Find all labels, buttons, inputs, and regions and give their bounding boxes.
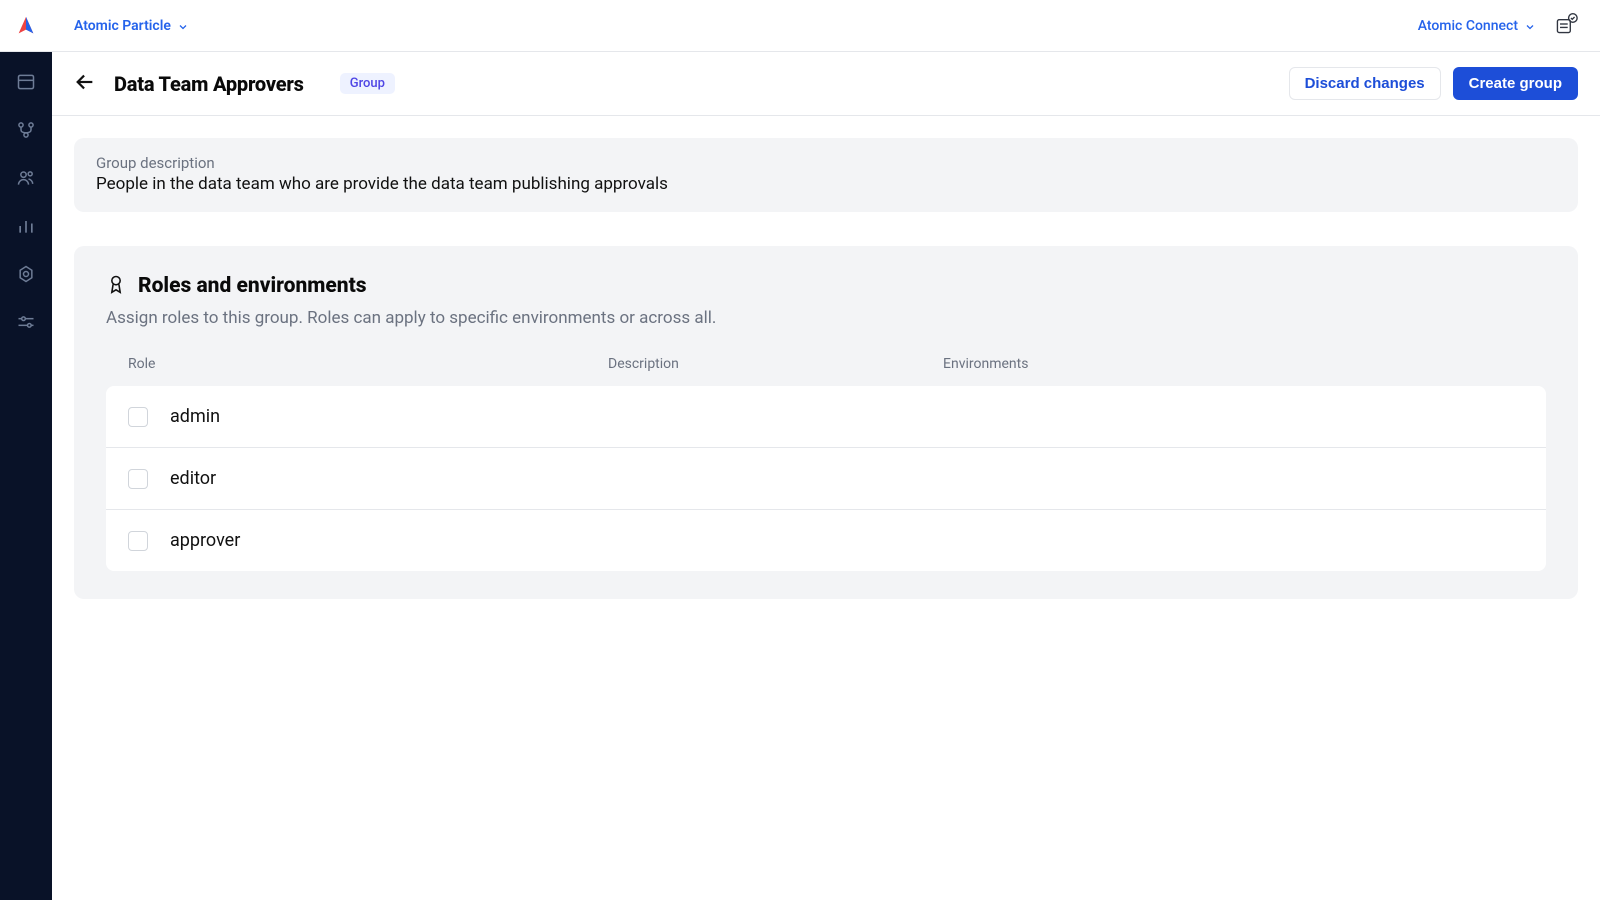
role-checkbox[interactable] [128,531,148,551]
checklist-status-icon[interactable] [1554,12,1578,40]
settings-icon[interactable] [16,264,36,284]
chevron-down-icon [1524,21,1536,33]
workspace-selector[interactable]: Atomic Particle [74,18,189,34]
branch-icon[interactable] [16,120,36,140]
cards-icon[interactable] [16,72,36,92]
page-title: Data Team Approvers [114,72,304,96]
workspace-name: Atomic Particle [74,18,171,34]
back-arrow-icon[interactable] [74,71,96,97]
role-row: admin [106,386,1546,448]
roles-title: Roles and environments [138,274,367,298]
role-name: admin [170,406,220,427]
analytics-icon[interactable] [16,216,36,236]
col-role: Role [128,356,608,372]
col-environments: Environments [943,356,1524,372]
chevron-down-icon [177,21,189,33]
discard-button[interactable]: Discard changes [1289,67,1441,100]
atomic-logo-icon [15,15,37,37]
role-row: approver [106,510,1546,571]
description-text: People in the data team who are provide … [96,174,1556,194]
people-icon[interactable] [16,168,36,188]
type-badge: Group [340,73,395,94]
role-row: editor [106,448,1546,510]
roles-table-header: Role Description Environments [106,356,1546,386]
role-name: approver [170,530,240,551]
ribbon-icon [106,274,126,298]
sliders-icon[interactable] [16,312,36,332]
roles-list: admin editor approver [106,386,1546,571]
env-selector[interactable]: Atomic Connect [1418,18,1536,34]
roles-panel: Roles and environments Assign roles to t… [74,246,1578,599]
env-name: Atomic Connect [1418,18,1518,34]
page-header: Data Team Approvers Group Discard change… [52,52,1600,116]
role-name: editor [170,468,216,489]
create-group-button[interactable]: Create group [1453,67,1578,100]
left-sidebar [0,0,52,900]
col-description: Description [608,356,943,372]
description-panel: Group description People in the data tea… [74,138,1578,212]
app-logo[interactable] [0,0,52,52]
top-bar: Atomic Particle Atomic Connect [52,0,1600,52]
role-checkbox[interactable] [128,407,148,427]
description-label: Group description [96,154,1556,172]
role-checkbox[interactable] [128,469,148,489]
roles-subtitle: Assign roles to this group. Roles can ap… [106,308,1546,328]
